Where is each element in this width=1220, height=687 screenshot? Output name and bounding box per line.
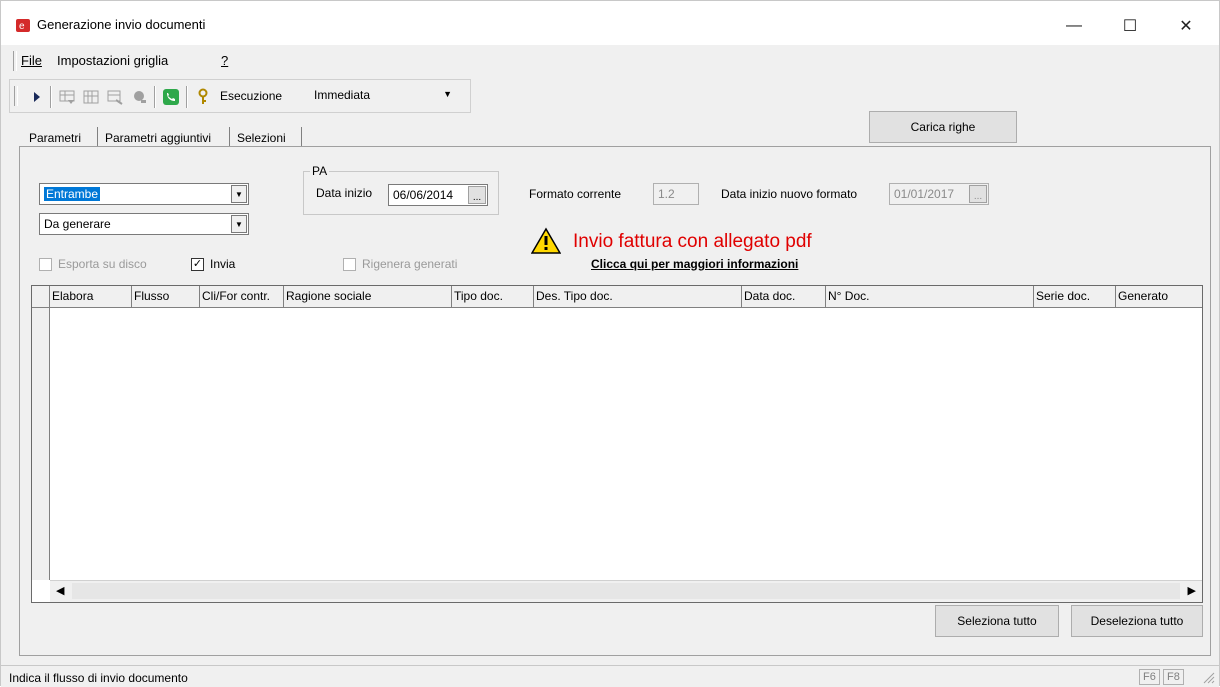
start-date-label: Data inizio bbox=[316, 186, 373, 200]
status-text: Indica il flusso di invio documento bbox=[9, 671, 188, 685]
toolbar-grip bbox=[14, 86, 18, 106]
status-bar: Indica il flusso di invio documento F6 F… bbox=[1, 665, 1219, 687]
f6-indicator: F6 bbox=[1139, 669, 1160, 685]
grid-header: Elabora Flusso Cli/For contr. Ragione so… bbox=[32, 286, 1202, 308]
f8-indicator: F8 bbox=[1163, 669, 1184, 685]
current-format-label: Formato corrente bbox=[529, 187, 622, 201]
row-indicator-header bbox=[32, 286, 50, 308]
load-rows-button[interactable]: Carica righe bbox=[869, 111, 1017, 143]
column-header[interactable]: Tipo doc. bbox=[452, 286, 534, 308]
column-header[interactable]: Des. Tipo doc. bbox=[534, 286, 742, 308]
minimize-icon: — bbox=[1066, 17, 1082, 34]
send-checkbox[interactable]: ✓ Invia bbox=[191, 257, 235, 271]
column-header[interactable]: Cli/For contr. bbox=[200, 286, 284, 308]
row-indicator-column bbox=[32, 308, 50, 580]
grid-export-icon[interactable] bbox=[106, 88, 124, 106]
flow-combo-value: Entrambe bbox=[44, 187, 101, 201]
column-header[interactable]: N° Doc. bbox=[826, 286, 1034, 308]
deselect-all-button[interactable]: Deseleziona tutto bbox=[1071, 605, 1203, 637]
grid-filter-icon[interactable] bbox=[58, 88, 76, 106]
toolbar: Esecuzione Immediata ▼ bbox=[9, 79, 471, 113]
chevron-down-icon: ▼ bbox=[231, 185, 247, 203]
status-combo[interactable]: Da generare ▼ bbox=[39, 213, 249, 235]
main-window: e Generazione invio documenti — ☐ ✕ File… bbox=[0, 0, 1220, 687]
check-icon: ✓ bbox=[191, 257, 204, 271]
chevron-down-icon: ▼ bbox=[231, 215, 247, 233]
maximize-button[interactable]: ☐ bbox=[1107, 9, 1153, 43]
warning-title: Invio fattura con allegato pdf bbox=[573, 231, 812, 252]
date-picker-button: ... bbox=[969, 185, 987, 203]
minimize-button[interactable]: — bbox=[1051, 9, 1097, 43]
new-format-date-label: Data inizio nuovo formato bbox=[721, 187, 858, 201]
menu-grip bbox=[13, 51, 17, 71]
menu-grid-settings[interactable]: Impostazioni griglia bbox=[57, 53, 168, 68]
tab-parametri[interactable]: Parametri bbox=[29, 131, 81, 145]
checkbox-box bbox=[343, 257, 356, 271]
column-header[interactable]: Elabora bbox=[50, 286, 132, 308]
date-picker-button[interactable]: ... bbox=[468, 186, 486, 204]
title-bar: e Generazione invio documenti — ☐ ✕ bbox=[1, 1, 1219, 45]
tab-parametri-aggiuntivi[interactable]: Parametri aggiuntivi bbox=[105, 131, 211, 145]
scroll-thumb[interactable] bbox=[72, 583, 1180, 599]
execution-combo[interactable]: Immediata ▼ bbox=[310, 86, 460, 106]
pa-group-title: PA bbox=[310, 164, 330, 178]
pa-group: PA Data inizio 06/06/2014 ... bbox=[303, 164, 499, 215]
execution-label: Esecuzione bbox=[220, 89, 283, 103]
horizontal-scrollbar[interactable]: ◀ ▶ bbox=[50, 580, 1202, 602]
warning-icon bbox=[531, 227, 561, 254]
resize-grip-icon[interactable] bbox=[1201, 670, 1215, 684]
current-format-field: 1.2 bbox=[653, 183, 699, 205]
close-button[interactable]: ✕ bbox=[1163, 9, 1209, 43]
export-disk-label: Esporta su disco bbox=[58, 257, 147, 271]
toolbar-separator bbox=[186, 86, 188, 108]
phone-icon[interactable] bbox=[162, 88, 180, 106]
column-header[interactable]: Ragione sociale bbox=[284, 286, 452, 308]
svg-text:e: e bbox=[19, 21, 25, 32]
more-info-link[interactable]: Clicca qui per maggiori informazioni bbox=[591, 257, 798, 271]
start-date-value: 06/06/2014 bbox=[393, 188, 454, 202]
flow-combo[interactable]: Entrambe ▼ bbox=[39, 183, 249, 205]
scroll-right-icon[interactable]: ▶ bbox=[1188, 584, 1196, 597]
key-icon[interactable] bbox=[194, 88, 212, 106]
menu-bar: File Impostazioni griglia ? bbox=[1, 47, 1219, 75]
execution-value: Immediata bbox=[314, 88, 371, 102]
regenerate-label: Rigenera generati bbox=[362, 257, 458, 271]
toolbar-separator bbox=[154, 86, 156, 108]
search-icon[interactable] bbox=[130, 88, 148, 106]
window-title: Generazione invio documenti bbox=[37, 17, 206, 32]
start-date-field[interactable]: 06/06/2014 ... bbox=[388, 184, 488, 206]
scroll-left-icon[interactable]: ◀ bbox=[56, 584, 64, 597]
checkbox-box bbox=[39, 257, 52, 271]
column-header[interactable]: Serie doc. bbox=[1034, 286, 1116, 308]
select-all-button[interactable]: Seleziona tutto bbox=[935, 605, 1059, 637]
column-header[interactable]: Data doc. bbox=[742, 286, 826, 308]
status-combo-value: Da generare bbox=[44, 217, 111, 231]
play-icon[interactable] bbox=[28, 88, 46, 106]
app-icon: e bbox=[16, 19, 30, 32]
current-format-value: 1.2 bbox=[658, 187, 675, 201]
grid-columns-icon[interactable] bbox=[82, 88, 100, 106]
new-format-date-value: 01/01/2017 bbox=[894, 187, 955, 201]
menu-help[interactable]: ? bbox=[221, 53, 228, 68]
menu-file[interactable]: File bbox=[21, 53, 42, 68]
toolbar-separator bbox=[50, 86, 52, 108]
documents-grid[interactable]: Elabora Flusso Cli/For contr. Ragione so… bbox=[31, 285, 1203, 603]
send-label: Invia bbox=[210, 257, 236, 271]
close-icon: ✕ bbox=[1179, 18, 1193, 35]
regenerate-checkbox: Rigenera generati bbox=[343, 257, 457, 271]
export-disk-checkbox: Esporta su disco bbox=[39, 257, 147, 271]
column-header[interactable]: Generato bbox=[1116, 286, 1202, 308]
new-format-date-field: 01/01/2017 ... bbox=[889, 183, 989, 205]
chevron-down-icon: ▼ bbox=[443, 89, 452, 99]
tab-selezioni[interactable]: Selezioni bbox=[237, 131, 286, 145]
maximize-icon: ☐ bbox=[1122, 18, 1138, 35]
column-header[interactable]: Flusso bbox=[132, 286, 200, 308]
